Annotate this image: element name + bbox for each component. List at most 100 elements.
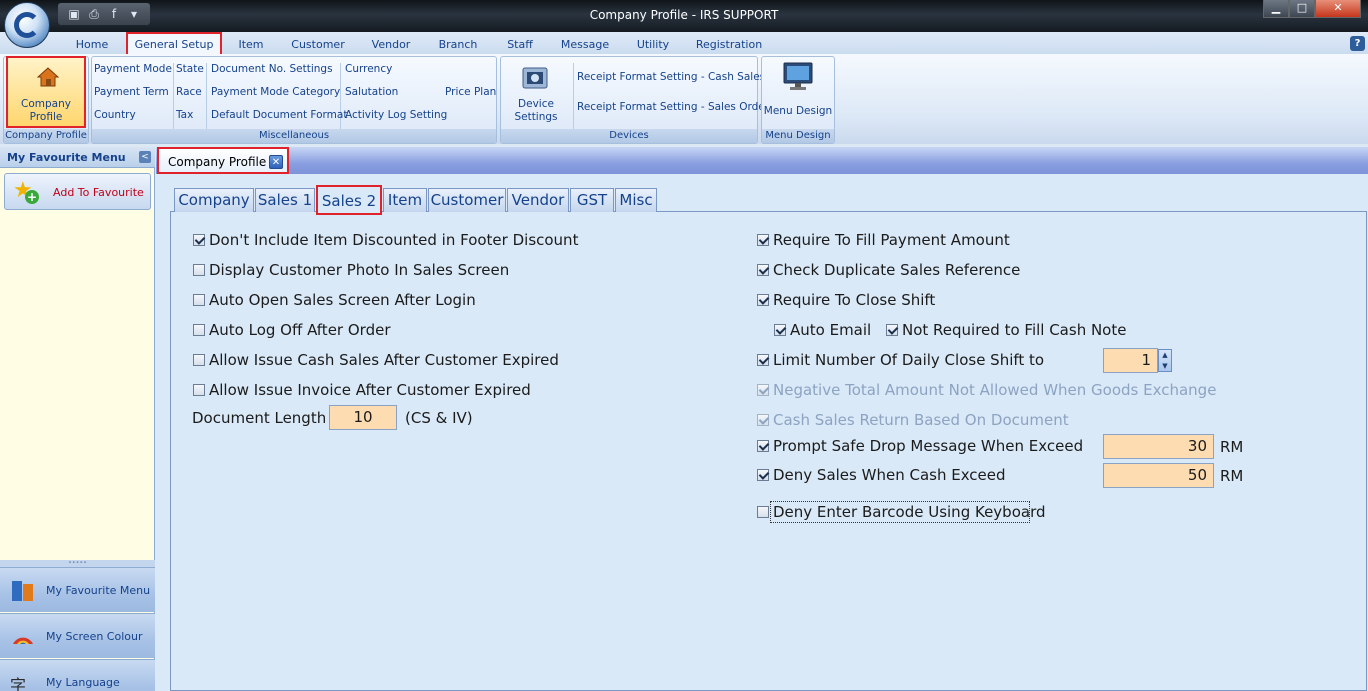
checkbox-allow-invoice-expired[interactable]: Allow Issue Invoice After Customer Expir… bbox=[193, 381, 531, 399]
close-shift-spinner[interactable]: ▲ ▼ bbox=[1158, 349, 1172, 372]
checkbox-deny-sales-cash-exceed[interactable]: Deny Sales When Cash Exceed bbox=[757, 466, 1006, 484]
checkbox-box[interactable] bbox=[886, 324, 898, 336]
checkbox-not-required-cash-note[interactable]: Not Required to Fill Cash Note bbox=[886, 321, 1126, 339]
deny-sales-amount-input[interactable]: 50 bbox=[1103, 463, 1214, 488]
nav-my-language[interactable]: 字 My Language bbox=[0, 659, 155, 691]
checkbox-auto-open-sales[interactable]: Auto Open Sales Screen After Login bbox=[193, 291, 476, 309]
subtab-misc[interactable]: Misc bbox=[615, 188, 657, 212]
checkbox-require-payment-amount[interactable]: Require To Fill Payment Amount bbox=[757, 231, 1010, 249]
document-length-input[interactable]: 10 bbox=[329, 405, 397, 430]
checkbox-box[interactable] bbox=[757, 294, 769, 306]
checkbox-box[interactable] bbox=[757, 506, 769, 518]
device-settings-button[interactable]: Device Settings bbox=[506, 98, 566, 124]
checkbox-box[interactable] bbox=[193, 234, 205, 246]
currency-unit: RM bbox=[1220, 467, 1244, 485]
checkbox-limit-close-shift[interactable]: Limit Number Of Daily Close Shift to bbox=[757, 351, 1044, 369]
checkbox-require-close-shift[interactable]: Require To Close Shift bbox=[757, 291, 935, 309]
safe-drop-amount-input[interactable]: 30 bbox=[1103, 434, 1214, 459]
subtab-gst[interactable]: GST bbox=[570, 188, 614, 212]
state-button[interactable]: State bbox=[176, 63, 204, 75]
subtab-item[interactable]: Item bbox=[383, 188, 427, 212]
close-shift-limit-input[interactable]: 1 bbox=[1103, 348, 1158, 373]
collapse-icon[interactable]: < bbox=[139, 151, 151, 163]
separator bbox=[173, 63, 174, 129]
document-tab-company-profile[interactable]: Company Profile ✕ bbox=[157, 147, 289, 174]
salutation-button[interactable]: Salutation bbox=[345, 86, 398, 98]
nav-my-favourite-menu[interactable]: My Favourite Menu bbox=[0, 567, 155, 612]
checkbox-label: Allow Issue Cash Sales After Customer Ex… bbox=[209, 351, 559, 369]
tab-item[interactable]: Item bbox=[232, 38, 270, 51]
activity-log-setting-button[interactable]: Activity Log Setting bbox=[345, 109, 447, 121]
payment-mode-category-button[interactable]: Payment Mode Category bbox=[211, 86, 340, 98]
panel-splitter[interactable]: ∙∙∙∙∙ bbox=[0, 560, 155, 567]
separator bbox=[206, 63, 207, 129]
checkbox-auto-log-off[interactable]: Auto Log Off After Order bbox=[193, 321, 390, 339]
tab-message[interactable]: Message bbox=[558, 38, 612, 51]
tab-utility[interactable]: Utility bbox=[630, 38, 676, 51]
checkbox-label: Display Customer Photo In Sales Screen bbox=[209, 261, 510, 279]
house-icon bbox=[37, 67, 59, 87]
price-plan-button[interactable]: Price Plan bbox=[445, 86, 496, 98]
checkbox-dont-include-discounted[interactable]: Don't Include Item Discounted in Footer … bbox=[193, 231, 578, 249]
checkbox-deny-barcode-keyboard[interactable]: Deny Enter Barcode Using Keyboard bbox=[757, 503, 1046, 521]
race-button[interactable]: Race bbox=[176, 86, 202, 98]
subtab-sales-2[interactable]: Sales 2 bbox=[316, 185, 382, 215]
document-no-settings-button[interactable]: Document No. Settings bbox=[211, 63, 333, 75]
checkbox-box[interactable] bbox=[193, 384, 205, 396]
checkbox-box[interactable] bbox=[193, 294, 205, 306]
country-button[interactable]: Country bbox=[94, 109, 136, 121]
tax-button[interactable]: Tax bbox=[176, 109, 193, 121]
checkbox-display-customer-photo[interactable]: Display Customer Photo In Sales Screen bbox=[193, 261, 509, 279]
nav-my-screen-colour[interactable]: My Screen Colour bbox=[0, 613, 155, 658]
document-length-suffix: (CS & IV) bbox=[405, 409, 473, 427]
checkbox-box[interactable] bbox=[193, 264, 205, 276]
add-to-favourite-button[interactable]: ★ + Add To Favourite bbox=[4, 173, 151, 210]
checkbox-box[interactable] bbox=[757, 264, 769, 276]
group-label: Company Profile bbox=[4, 129, 88, 143]
checkbox-box[interactable] bbox=[757, 440, 769, 452]
checkbox-label: Require To Close Shift bbox=[773, 291, 936, 309]
subtab-sales-1[interactable]: Sales 1 bbox=[255, 188, 315, 212]
checkbox-box[interactable] bbox=[193, 354, 205, 366]
checkbox-label: Prompt Safe Drop Message When Exceed bbox=[773, 437, 1084, 455]
app-menu-button[interactable] bbox=[4, 2, 50, 48]
tab-vendor[interactable]: Vendor bbox=[366, 38, 416, 51]
currency-button[interactable]: Currency bbox=[345, 63, 392, 75]
subtab-vendor[interactable]: Vendor bbox=[507, 188, 569, 212]
payment-mode-button[interactable]: Payment Mode bbox=[94, 63, 172, 75]
checkbox-check-duplicate-reference[interactable]: Check Duplicate Sales Reference bbox=[757, 261, 1020, 279]
nav-label: My Favourite Menu bbox=[46, 584, 151, 597]
checkbox-box[interactable] bbox=[757, 469, 769, 481]
receipt-format-sales-order-button[interactable]: Receipt Format Setting - Sales Order bbox=[577, 101, 769, 113]
company-profile-button[interactable]: Company Profile bbox=[6, 56, 86, 128]
checkbox-box[interactable] bbox=[757, 354, 769, 366]
close-button[interactable]: ✕ bbox=[1315, 0, 1361, 18]
checkbox-box[interactable] bbox=[757, 234, 769, 246]
maximize-button[interactable]: □ bbox=[1289, 0, 1315, 18]
default-document-format-button[interactable]: Default Document Format bbox=[211, 109, 347, 121]
menu-design-button[interactable]: Menu Design bbox=[762, 105, 834, 118]
help-icon[interactable]: ? bbox=[1350, 36, 1365, 51]
tab-customer[interactable]: Customer bbox=[288, 38, 348, 51]
document-length-label: Document Length bbox=[192, 409, 327, 427]
tab-branch[interactable]: Branch bbox=[434, 38, 482, 51]
tab-general-setup[interactable]: General Setup bbox=[128, 38, 220, 51]
subtab-company[interactable]: Company bbox=[174, 188, 254, 212]
checkbox-box[interactable] bbox=[193, 324, 205, 336]
checkbox-box[interactable] bbox=[774, 324, 786, 336]
close-tab-icon[interactable]: ✕ bbox=[269, 155, 283, 169]
checkbox-negative-total: Negative Total Amount Not Allowed When G… bbox=[757, 381, 1216, 399]
payment-term-button[interactable]: Payment Term bbox=[94, 86, 169, 98]
tab-registration[interactable]: Registration bbox=[694, 38, 764, 51]
checkbox-allow-cash-sales-expired[interactable]: Allow Issue Cash Sales After Customer Ex… bbox=[193, 351, 559, 369]
subtab-customer[interactable]: Customer bbox=[428, 188, 506, 212]
checkbox-auto-email[interactable]: Auto Email bbox=[774, 321, 871, 339]
checkbox-prompt-safe-drop[interactable]: Prompt Safe Drop Message When Exceed bbox=[757, 437, 1083, 455]
spin-up-icon[interactable]: ▲ bbox=[1159, 350, 1171, 361]
receipt-format-cash-sales-button[interactable]: Receipt Format Setting - Cash Sales bbox=[577, 71, 765, 83]
minimize-button[interactable]: ▁ bbox=[1263, 0, 1289, 18]
tab-home[interactable]: Home bbox=[70, 38, 114, 51]
tab-staff[interactable]: Staff bbox=[500, 38, 540, 51]
spin-down-icon[interactable]: ▼ bbox=[1159, 361, 1171, 372]
checkbox-label: Don't Include Item Discounted in Footer … bbox=[209, 231, 579, 249]
